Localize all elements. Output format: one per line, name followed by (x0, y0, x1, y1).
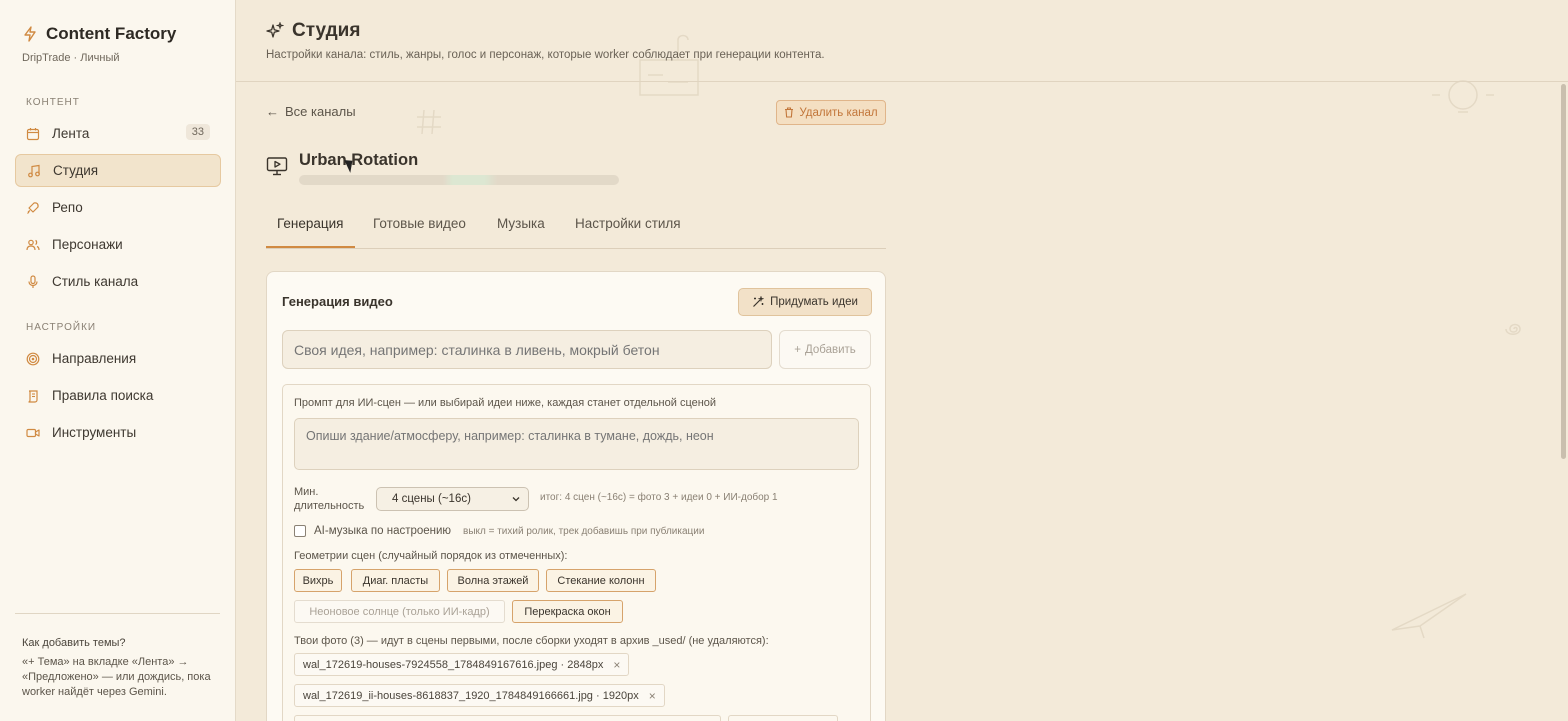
geometry-chip-floor-wave[interactable]: Волна этажей (447, 569, 539, 592)
tab-music[interactable]: Музыка (497, 216, 545, 231)
target-icon (26, 352, 40, 366)
sidebar-item-search-rules[interactable]: Правила поиска (15, 379, 221, 412)
sidebar: Content Factory DripTrade · Личный КОНТЕ… (0, 0, 236, 721)
sidebar-item-characters[interactable]: Персонажи (15, 228, 221, 261)
sidebar-item-feed[interactable]: Лента 33 (15, 117, 221, 150)
prompt-label: Промпт для ИИ-сцен — или выбирай идеи ни… (294, 397, 717, 409)
section-label-settings: НАСТРОЙКИ (26, 322, 97, 333)
rocket-icon (26, 201, 40, 215)
geometry-chip-diagonal-layers[interactable]: Диаг. пласты (351, 569, 440, 592)
brand[interactable]: Content Factory (22, 24, 176, 44)
remove-photo-icon[interactable]: × (649, 689, 656, 703)
lightning-icon (24, 26, 36, 42)
scroll-icon (26, 389, 40, 403)
custom-idea-input[interactable] (282, 330, 772, 369)
video-camera-icon (26, 426, 40, 440)
photo-file-chip: wal_172619-houses-7924558_1784849167616.… (294, 653, 630, 676)
page-title-text: Студия (292, 20, 361, 41)
sidebar-item-label: Лента (52, 126, 90, 141)
arrow-left-icon: ← (266, 104, 279, 119)
geometry-chip-window-repaint[interactable]: Перекраска окон (512, 600, 623, 623)
ai-music-hint: выкл = тихий ролик, трек добавишь при пу… (463, 526, 705, 537)
sparkles-icon (266, 22, 284, 38)
active-tab-indicator (266, 246, 355, 248)
scrollbar-thumb[interactable] (1561, 84, 1566, 459)
remove-photo-icon[interactable]: × (613, 658, 620, 672)
channel-name: Urban Rotation (299, 151, 419, 169)
users-icon (26, 238, 40, 252)
tab-style-settings[interactable]: Настройки стиля (575, 216, 681, 231)
duration-select[interactable]: 4 сцены (~16с) (376, 487, 529, 511)
monitor-play-icon (266, 157, 288, 176)
add-idea-button[interactable]: + Добавить (779, 330, 871, 369)
music-note-icon (27, 164, 41, 178)
hash-doodle-icon (417, 109, 441, 135)
photos-label: Твои фото (3) — идут в сцены первыми, по… (294, 635, 769, 647)
photo-file-name: wal_172619-houses-7924558_1784849167616.… (303, 658, 604, 671)
page-title: Студия (266, 20, 360, 42)
delete-channel-label: Удалить канал (799, 106, 878, 119)
photo-action-partial (728, 715, 838, 721)
duration-summary: итог: 4 сцен (~16с) = фото 3 + идеи 0 + … (540, 492, 778, 503)
sidebar-item-studio[interactable]: Студия (15, 154, 221, 187)
delete-channel-button[interactable]: Удалить канал (776, 100, 886, 125)
photo-file-chip: wal_172619_ii-houses-8618837_1920_178484… (294, 684, 665, 707)
geometry-chip-neon-sun[interactable]: Неоновое солнце (только ИИ-кадр) (294, 600, 505, 623)
generate-ideas-button[interactable]: Придумать идеи (738, 288, 872, 316)
scene-prompt-textarea[interactable] (294, 418, 859, 470)
geometry-label: Геометрии сцен (случайный порядок из отм… (294, 550, 568, 562)
channel-meta-redacted (299, 175, 619, 185)
help-text: «+ Тема» на вкладке «Лента» → «Предложен… (22, 656, 211, 698)
sidebar-item-label: Репо (52, 200, 83, 215)
generate-ideas-label: Придумать идеи (770, 296, 858, 308)
feed-count-badge: 33 (185, 124, 210, 140)
tab-ready-videos[interactable]: Готовые видео (373, 216, 466, 231)
card-title: Генерация видео (282, 294, 393, 309)
photo-file-name: wal_172619_ii-houses-8618837_1920_178484… (303, 689, 639, 702)
sidebar-item-tools[interactable]: Инструменты (15, 416, 221, 449)
spiral-doodle-icon (1505, 323, 1521, 335)
plus-icon: + (794, 343, 801, 356)
video-generation-card: Генерация видео Придумать идеи + Добавит… (266, 271, 886, 721)
back-link-label: Все каналы (285, 104, 356, 119)
add-idea-label: Добавить (804, 343, 856, 356)
page-subtitle: Настройки канала: стиль, жанры, голос и … (266, 49, 825, 61)
page-header: Студия Настройки канала: стиль, жанры, г… (236, 0, 1568, 82)
paper-plane-doodle-icon (1391, 593, 1467, 639)
channel-tabs: Генерация Готовые видео Музыка Настройки… (266, 208, 886, 249)
chevron-down-icon (512, 497, 520, 502)
microphone-icon (26, 274, 40, 289)
sidebar-item-channel-style[interactable]: Стиль канала (15, 265, 221, 298)
sidebar-item-directions[interactable]: Направления (15, 342, 221, 375)
sidebar-item-label: Правила поиска (52, 388, 154, 403)
ai-music-checkbox[interactable] (294, 525, 306, 537)
calendar-icon (26, 127, 40, 141)
sidebar-item-label: Инструменты (52, 425, 137, 440)
back-to-channels-link[interactable]: ← Все каналы (266, 104, 356, 119)
brand-title: Content Factory (46, 24, 177, 43)
help-title: Как добавить темы? (22, 637, 126, 649)
trash-icon (785, 107, 794, 118)
duration-label: Мин. длительность (294, 486, 365, 512)
sidebar-divider (15, 613, 220, 614)
ai-scenes-panel: Промпт для ИИ-сцен — или выбирай идеи ни… (282, 384, 871, 721)
sidebar-item-label: Стиль канала (52, 274, 139, 289)
sidebar-item-label: Направления (52, 351, 137, 366)
magic-wand-icon (753, 296, 765, 307)
sidebar-item-label: Персонажи (52, 237, 123, 252)
geometry-chip-column-drip[interactable]: Стекание колонн (546, 569, 656, 592)
photo-file-chip-partial (294, 715, 721, 721)
ai-music-label[interactable]: AI-музыка по настроению (314, 525, 451, 537)
section-label-content: КОНТЕНТ (26, 97, 80, 108)
sidebar-item-repo[interactable]: Репо (15, 191, 221, 224)
geometry-chip-vortex[interactable]: Вихрь (294, 569, 342, 592)
brand-subtitle: DripTrade · Личный (22, 52, 120, 64)
tab-generation[interactable]: Генерация (277, 216, 343, 231)
duration-selected-value: 4 сцены (~16с) (392, 493, 471, 505)
sidebar-item-label: Студия (53, 163, 99, 178)
